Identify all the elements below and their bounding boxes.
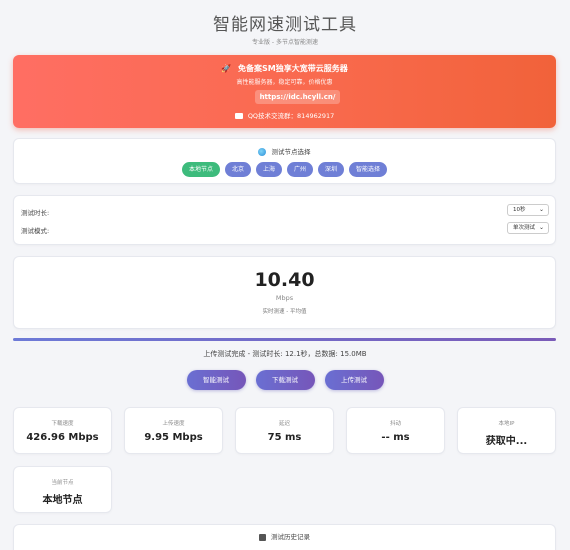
stat-value: 9.95 Mbps [144,432,203,443]
speed-value: 10.40 [254,269,315,291]
speed-result-card: 10.40 Mbps 实时测速 - 平均值 [13,256,556,329]
promo-qq-row: QQ技术交流群：814962917 [13,110,556,120]
stat-label: 上传速度 [162,421,185,427]
page-title: 智能网速测试工具 [213,15,357,35]
speed-test-page: 智能网速测试工具 专业版 - 多节点智能测速 🚀 免备案SM独享大宽带云服务器 … [0,0,570,550]
mode-label: 测试模式: [21,227,50,235]
mode-select[interactable]: 单次测试 ⌄ [507,222,549,234]
stat-upload: 上传速度 9.95 Mbps [124,407,223,454]
duration-label: 测试时长: [21,209,50,217]
promo-description: 高性能服务器，稳定可靠，价格优惠 [236,79,333,86]
globe-icon [258,148,267,156]
node-button-beijing[interactable]: 北京 [224,162,251,177]
node-button-guangzhou[interactable]: 广州 [287,162,314,177]
stat-value: 本地节点 [42,495,83,506]
node-button-local[interactable]: 本地节点 [181,162,220,177]
node-button-shanghai[interactable]: 上海 [255,162,282,177]
action-button-row: 智能测试 下载测试 上传测试 [0,370,570,390]
stat-value: 获取中... [485,436,528,447]
page-subtitle: 专业版 - 多节点智能测速 [252,39,318,46]
settings-card: 测试时长: 10秒 ⌄ 测试模式: 单次测试 ⌄ [13,195,556,245]
stat-value: -- ms [381,432,410,443]
stat-local-ip: 本地IP 获取中... [457,407,556,454]
node-selection-card: 测试节点选择 本地节点 北京 上海 广州 深圳 智能选择 [13,138,556,184]
node-button-smart[interactable]: 智能选择 [349,162,388,177]
chat-icon [234,113,243,119]
speed-unit: Mbps [275,294,294,302]
stat-label: 延迟 [278,421,290,427]
chevron-down-icon: ⌄ [538,206,544,213]
speed-note: 实时测速 - 平均值 [262,309,307,315]
duration-select-value: 10秒 [513,207,526,213]
promo-banner: 🚀 免备案SM独享大宽带云服务器 高性能服务器，稳定可靠，价格优惠 https:… [13,55,556,128]
rocket-icon: 🚀 [221,64,232,73]
progress-bar [13,338,556,341]
download-test-button[interactable]: 下载测试 [255,370,315,390]
stat-jitter: 抖动 -- ms [346,407,445,454]
stat-label: 抖动 [389,421,401,427]
stat-label: 当前节点 [51,480,74,486]
mode-select-value: 单次测试 [513,225,536,231]
chart-icon [258,533,266,541]
stat-value: 75 ms [267,432,302,443]
promo-headline: 免备案SM独享大宽带云服务器 [238,64,348,73]
promo-headline-row: 🚀 免备案SM独享大宽带云服务器 [13,63,556,74]
stat-current-node: 当前节点 本地节点 [13,466,112,513]
smart-test-button[interactable]: 智能测试 [186,370,246,390]
promo-link[interactable]: https://idc.hcyll.cn/ [255,90,340,104]
chevron-down-icon: ⌄ [538,224,544,231]
stat-download: 下载速度 426.96 Mbps [13,407,112,454]
stat-label: 下载速度 [51,421,74,427]
promo-qq-text: QQ技术交流群：814962917 [247,112,335,120]
stat-value: 426.96 Mbps [26,432,99,443]
node-button-row: 本地节点 北京 上海 广州 深圳 智能选择 [14,162,555,178]
upload-test-button[interactable]: 上传测试 [324,370,384,390]
status-text: 上传测试完成 - 测试时长: 12.1秒，总数据: 15.0MB [203,350,367,358]
history-title: 测试历史记录 [271,533,311,541]
progress-fill [13,338,556,341]
history-title-row: 测试历史记录 [14,531,555,541]
node-button-shenzhen[interactable]: 深圳 [318,162,345,177]
duration-select[interactable]: 10秒 ⌄ [507,204,549,216]
node-selection-title: 测试节点选择 [271,148,311,156]
stat-label: 本地IP [498,421,515,427]
node-selection-title-row: 测试节点选择 [14,146,555,156]
history-card: 测试历史记录 [13,524,556,550]
stat-latency: 延迟 75 ms [235,407,334,454]
